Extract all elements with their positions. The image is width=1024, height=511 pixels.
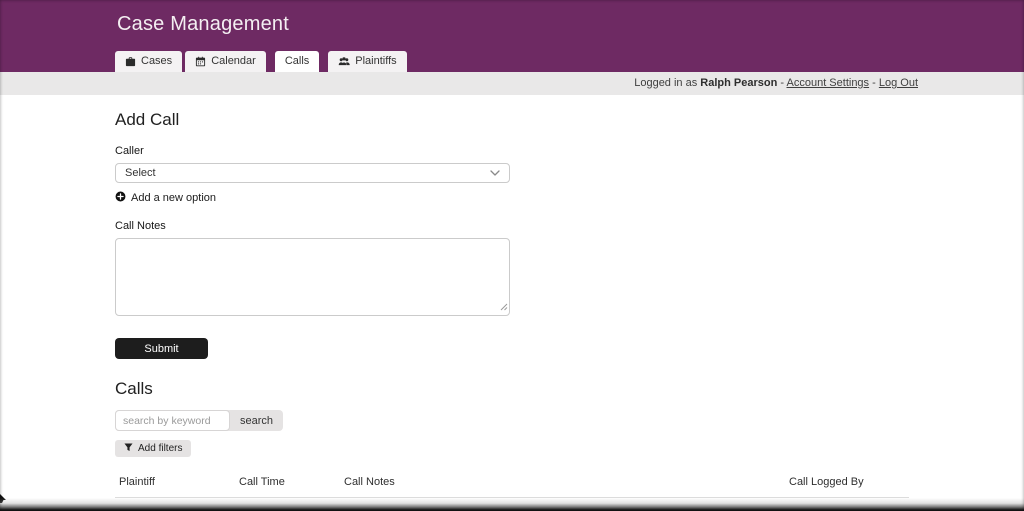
case-management-app: Case Management Cases Calendar Calls bbox=[0, 0, 1024, 511]
tab-label: Calendar bbox=[211, 55, 256, 67]
calls-table: Plaintiff Call Time Call Notes Call Logg… bbox=[115, 470, 909, 511]
calls-heading: Calls bbox=[115, 359, 1024, 399]
call-notes-wrap bbox=[115, 238, 510, 321]
caller-select[interactable]: Select bbox=[115, 163, 510, 183]
tab-cases[interactable]: Cases bbox=[115, 51, 182, 72]
logged-in-username: Ralph Pearson bbox=[700, 77, 777, 89]
tab-label: Plaintiffs bbox=[355, 55, 396, 67]
search-button[interactable]: search bbox=[230, 410, 283, 431]
call-notes-textarea[interactable] bbox=[115, 238, 510, 316]
search-group: search bbox=[115, 410, 283, 431]
log-out-link[interactable]: Log Out bbox=[879, 77, 918, 89]
add-new-option-button[interactable]: Add a new option bbox=[115, 191, 216, 205]
add-filters-label: Add filters bbox=[138, 443, 182, 454]
search-input[interactable] bbox=[115, 410, 230, 431]
call-logged-by-cell: Ralph Pearson bbox=[785, 498, 909, 511]
tab-plaintiffs[interactable]: Plaintiffs bbox=[328, 51, 406, 72]
column-header-plaintiff: Plaintiff bbox=[115, 470, 235, 498]
user-session-bar: Logged in as Ralph Pearson - Account Set… bbox=[0, 72, 1024, 95]
call-time-cell: 08/02/2022 bbox=[235, 498, 340, 511]
tab-calendar[interactable]: Calendar bbox=[185, 51, 266, 72]
caller-label: Caller bbox=[115, 145, 1024, 157]
table-header-row: Plaintiff Call Time Call Notes Call Logg… bbox=[115, 470, 909, 498]
account-settings-link[interactable]: Account Settings bbox=[787, 77, 870, 89]
chevron-down-icon bbox=[490, 167, 500, 179]
call-notes-label: Call Notes bbox=[115, 220, 1024, 232]
main-nav-tabs: Cases Calendar Calls Plaintiffs bbox=[115, 51, 410, 72]
add-filters-button[interactable]: Add filters bbox=[115, 440, 191, 457]
tab-label: Cases bbox=[141, 55, 172, 67]
tab-label: Calls bbox=[285, 55, 309, 67]
add-call-heading: Add Call bbox=[115, 95, 1024, 130]
submit-button[interactable]: Submit bbox=[115, 338, 208, 359]
users-icon bbox=[338, 56, 350, 67]
caller-select-value: Select bbox=[125, 167, 156, 179]
add-new-option-label: Add a new option bbox=[131, 192, 216, 204]
column-header-call-time: Call Time bbox=[235, 470, 340, 498]
main-content: Add Call Caller Select Add a new option … bbox=[0, 95, 1024, 511]
separator: - bbox=[780, 77, 784, 89]
column-header-call-logged-by: Call Logged By bbox=[785, 470, 909, 498]
logged-in-text: Logged in as bbox=[634, 77, 697, 89]
page-title: Case Management bbox=[117, 13, 289, 36]
table-row: John Smith 08/02/2022 Had some questions… bbox=[115, 498, 909, 511]
column-header-call-notes: Call Notes bbox=[340, 470, 785, 498]
tab-calls[interactable]: Calls bbox=[275, 51, 319, 72]
calendar-icon bbox=[195, 56, 206, 67]
call-notes-cell: Had some questions about how the court s… bbox=[340, 498, 785, 511]
briefcase-icon bbox=[125, 56, 136, 67]
separator: - bbox=[872, 77, 876, 89]
resize-grip-icon[interactable] bbox=[500, 298, 508, 316]
app-header: Case Management Cases Calendar Calls bbox=[0, 0, 1024, 72]
filter-icon bbox=[124, 443, 133, 455]
plus-circle-icon bbox=[115, 191, 126, 205]
